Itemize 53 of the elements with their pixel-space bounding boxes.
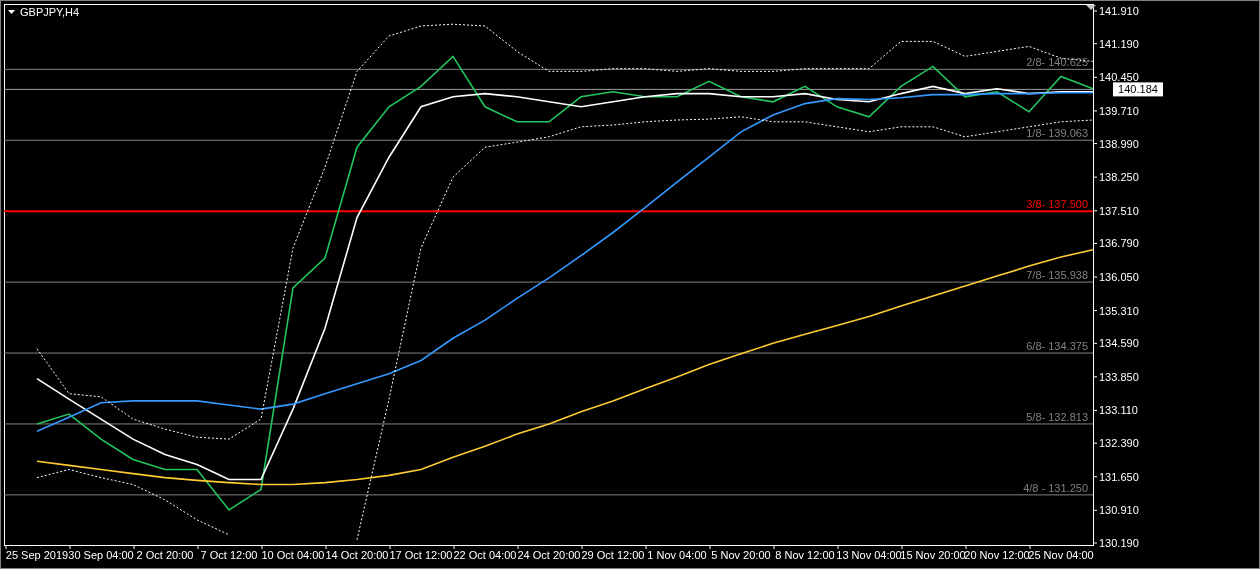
level-tag: 1/8- [1026,127,1046,140]
time-axis-label: 20 Nov 12:00 [964,549,1030,561]
time-axis-label: 30 Sep 04:00 [68,549,134,561]
time-axis-label: 10 Oct 04:00 [261,549,325,561]
price-axis-label: 136.050 [1099,271,1139,283]
dropdown-triangle-icon[interactable] [8,10,15,14]
price-axis-label: 131.650 [1099,470,1139,483]
level-value: 140.625 [1048,56,1088,69]
time-axis-label: 17 Oct 12:00 [389,549,453,561]
level-value: 131.250 [1048,481,1088,494]
time-axis-label: 22 Oct 04:00 [453,549,517,561]
time-axis-label: 25 Sep 2019 [5,549,69,561]
level-value: 137.500 [1048,198,1088,211]
chart-title: GBPJPY,H4 [20,6,80,18]
price-axis-label: 133.110 [1099,404,1138,417]
price-axis-label: 140.450 [1099,71,1139,84]
time-axis-label: 1 Nov 04:00 [647,549,707,561]
price-axis-label: 139.710 [1099,104,1139,117]
time-axis-label: 2 Oct 20:00 [136,549,194,561]
price-axis-label: 130.910 [1099,504,1139,517]
level-tag: 7/8- [1026,269,1046,282]
level-value: 139.063 [1048,127,1088,140]
time-axis-label: 15 Nov 20:00 [900,549,966,561]
price-axis-label: 135.310 [1099,304,1139,317]
price-axis-label: 133.850 [1099,370,1139,383]
level-tag: 6/8- [1026,340,1046,353]
time-axis-label: 24 Oct 20:00 [517,549,581,561]
price-axis-label: 138.250 [1099,171,1139,184]
time-axis-label: 29 Oct 12:00 [581,549,645,561]
time-axis-label: 13 Nov 04:00 [836,549,902,561]
price-axis-label: 141.910 [1099,5,1139,18]
time-axis-label: 7 Oct 12:00 [200,549,258,561]
price-axis-label: 137.510 [1099,204,1139,217]
time-axis-label: 5 Nov 20:00 [711,549,771,561]
price-axis-label: 138.990 [1099,137,1139,150]
time-axis-label: 14 Oct 20:00 [325,549,389,561]
current-price-label: 140.184 [1113,82,1163,97]
ref-line-label: 140.184 [1118,83,1158,96]
level-tag: 5/8- [1026,410,1046,423]
shift-marker-icon[interactable] [1086,5,1096,10]
level-tag: 2/8- [1026,56,1046,69]
price-axis-label: 134.590 [1099,337,1139,350]
level-value: 135.938 [1048,269,1088,282]
time-axis-label: 25 Nov 04:00 [1028,549,1094,561]
level-tag: 4/8 - [1023,481,1046,494]
level-value: 134.375 [1048,340,1088,353]
price-axis-label: 130.190 [1099,537,1139,549]
time-axis-label: 8 Nov 12:00 [775,549,835,561]
level-value: 132.813 [1048,410,1088,423]
price-axis-label: 141.190 [1099,37,1139,50]
level-tag: 3/8- [1026,198,1046,211]
price-axis-label: 132.390 [1099,437,1139,450]
price-axis-label: 136.790 [1099,237,1139,250]
